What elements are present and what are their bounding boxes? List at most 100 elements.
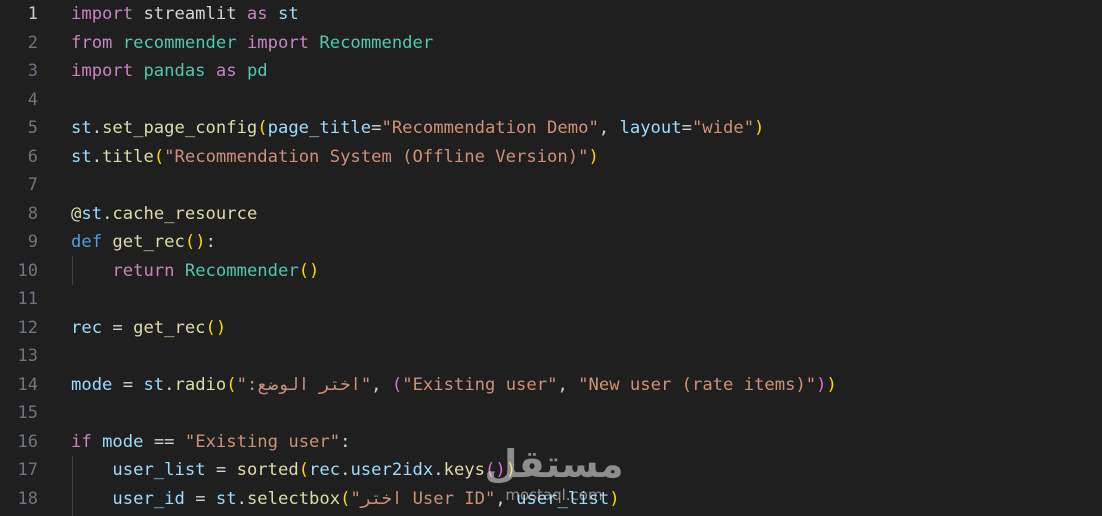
code-token: (: [391, 374, 403, 395]
line-number: 14: [17, 374, 38, 395]
code-token: def: [71, 232, 103, 252]
code-text[interactable]: if mode == "Existing user":: [71, 428, 350, 457]
line-number: 12: [17, 317, 38, 338]
code-token: =: [112, 374, 144, 395]
code-token: Recommender: [184, 260, 299, 281]
code-token: ): [816, 374, 827, 395]
code-token: "Recommendation Demo": [381, 118, 599, 138]
code-token: ): [195, 232, 206, 252]
code-editor[interactable]: 1 import streamlit as st 2 from recommender…: [0, 0, 1102, 516]
code-text[interactable]: @st.cache_resource: [71, 200, 257, 229]
code-text[interactable]: from recommender import Recommender: [71, 29, 433, 58]
code-line[interactable]: 14 mode = st.radio(":اختر الوضع", ("Exist…: [0, 371, 1102, 400]
code-token: rec: [71, 317, 103, 338]
watermark-latin: mostaql.com: [505, 486, 603, 504]
code-token: ): [826, 374, 837, 395]
code-token: (: [205, 317, 216, 338]
line-number: 3: [27, 61, 38, 81]
code-token: if: [71, 431, 92, 452]
code-token: ): [588, 146, 599, 167]
code-token: get_rec: [133, 317, 206, 338]
code-token: recommender: [112, 32, 247, 53]
code-token: as: [215, 61, 237, 81]
code-token: =: [681, 118, 692, 138]
code-token: .: [102, 203, 113, 224]
line-number: 1: [27, 4, 38, 24]
code-token: st: [267, 4, 299, 24]
code-token: :: [205, 232, 216, 252]
code-token: ): [309, 260, 320, 281]
code-line[interactable]: 1 import streamlit as st: [0, 0, 1102, 29]
code-token: st: [71, 146, 92, 167]
line-number: 2: [27, 32, 38, 53]
line-number: 6: [27, 146, 38, 167]
code-line[interactable]: 9 def get_rec():: [0, 228, 1102, 257]
code-token: title: [102, 146, 154, 167]
line-number: 4: [27, 89, 38, 110]
code-token: st: [81, 203, 103, 224]
code-text[interactable]: return Recommender(): [71, 257, 319, 286]
code-text[interactable]: import pandas as pd: [71, 57, 268, 86]
watermark-arabic: مستقل: [484, 442, 624, 486]
code-token: ,: [598, 118, 620, 138]
code-line[interactable]: 15: [0, 399, 1102, 428]
code-token: (: [298, 460, 310, 480]
code-text[interactable]: st.set_page_config(page_title="Recommend…: [71, 114, 764, 143]
code-token: (: [184, 232, 196, 252]
code-line[interactable]: 12 rec = get_rec(): [0, 314, 1102, 343]
code-token: import: [246, 32, 310, 53]
code-token: @: [71, 203, 82, 224]
code-token: Recommender: [309, 32, 434, 53]
code-token: from: [71, 32, 113, 53]
code-line[interactable]: 3 import pandas as pd: [0, 57, 1102, 86]
code-token: =: [205, 460, 237, 480]
code-token: mode: [71, 374, 113, 395]
code-token: import: [71, 61, 134, 81]
code-token: "Recommendation System (Offline Version)…: [164, 146, 589, 167]
code-token: "New user (rate items)": [578, 374, 817, 395]
code-line[interactable]: 13: [0, 342, 1102, 371]
code-line[interactable]: 8 @st.cache_resource: [0, 200, 1102, 229]
code-token: pandas: [133, 61, 216, 81]
code-line[interactable]: 10 return Recommender(): [0, 257, 1102, 286]
code-text[interactable]: st.title("Recommendation System (Offline…: [71, 143, 599, 172]
code-text[interactable]: def get_rec():: [71, 228, 216, 257]
code-line[interactable]: 6 st.title("Recommendation System (Offlin…: [0, 143, 1102, 172]
code-token: cache_resource: [112, 203, 258, 224]
code-token: selectbox: [246, 488, 341, 509]
code-token: "Existing user": [402, 374, 558, 395]
code-token: ":اختر الوضع": [236, 374, 372, 395]
code-token: ==: [143, 431, 185, 452]
code-token: :: [340, 431, 351, 452]
code-token: .: [91, 118, 103, 138]
line-number: 7: [27, 175, 38, 195]
code-line[interactable]: 2 from recommender import Recommender: [0, 29, 1102, 58]
code-token: streamlit: [133, 4, 247, 24]
code-token: st: [143, 374, 165, 395]
code-token: import: [71, 4, 134, 24]
code-token: =: [184, 488, 216, 509]
code-line[interactable]: 4: [0, 86, 1102, 115]
code-token: st: [71, 118, 92, 138]
code-token: "wide": [691, 118, 755, 138]
code-token: (: [340, 488, 351, 509]
code-token: =: [371, 118, 382, 138]
code-token: (: [257, 118, 268, 138]
code-token: (: [153, 146, 165, 167]
code-token: ): [754, 118, 765, 138]
code-token: .: [236, 488, 247, 509]
code-text[interactable]: mode = st.radio(":اختر الوضع", ("Existin…: [71, 371, 837, 400]
code-line[interactable]: 11: [0, 285, 1102, 314]
code-text[interactable]: user_list = sorted(rec.user2idx.keys()): [71, 456, 516, 485]
line-number: 16: [17, 431, 38, 452]
code-token: "Existing user": [184, 431, 341, 452]
code-line[interactable]: 5 st.set_page_config(page_title="Recommen…: [0, 114, 1102, 143]
code-line[interactable]: 7: [0, 171, 1102, 200]
code-text[interactable]: import streamlit as st: [71, 0, 299, 29]
code-text[interactable]: rec = get_rec(): [71, 314, 226, 343]
code-token: (: [226, 374, 237, 395]
